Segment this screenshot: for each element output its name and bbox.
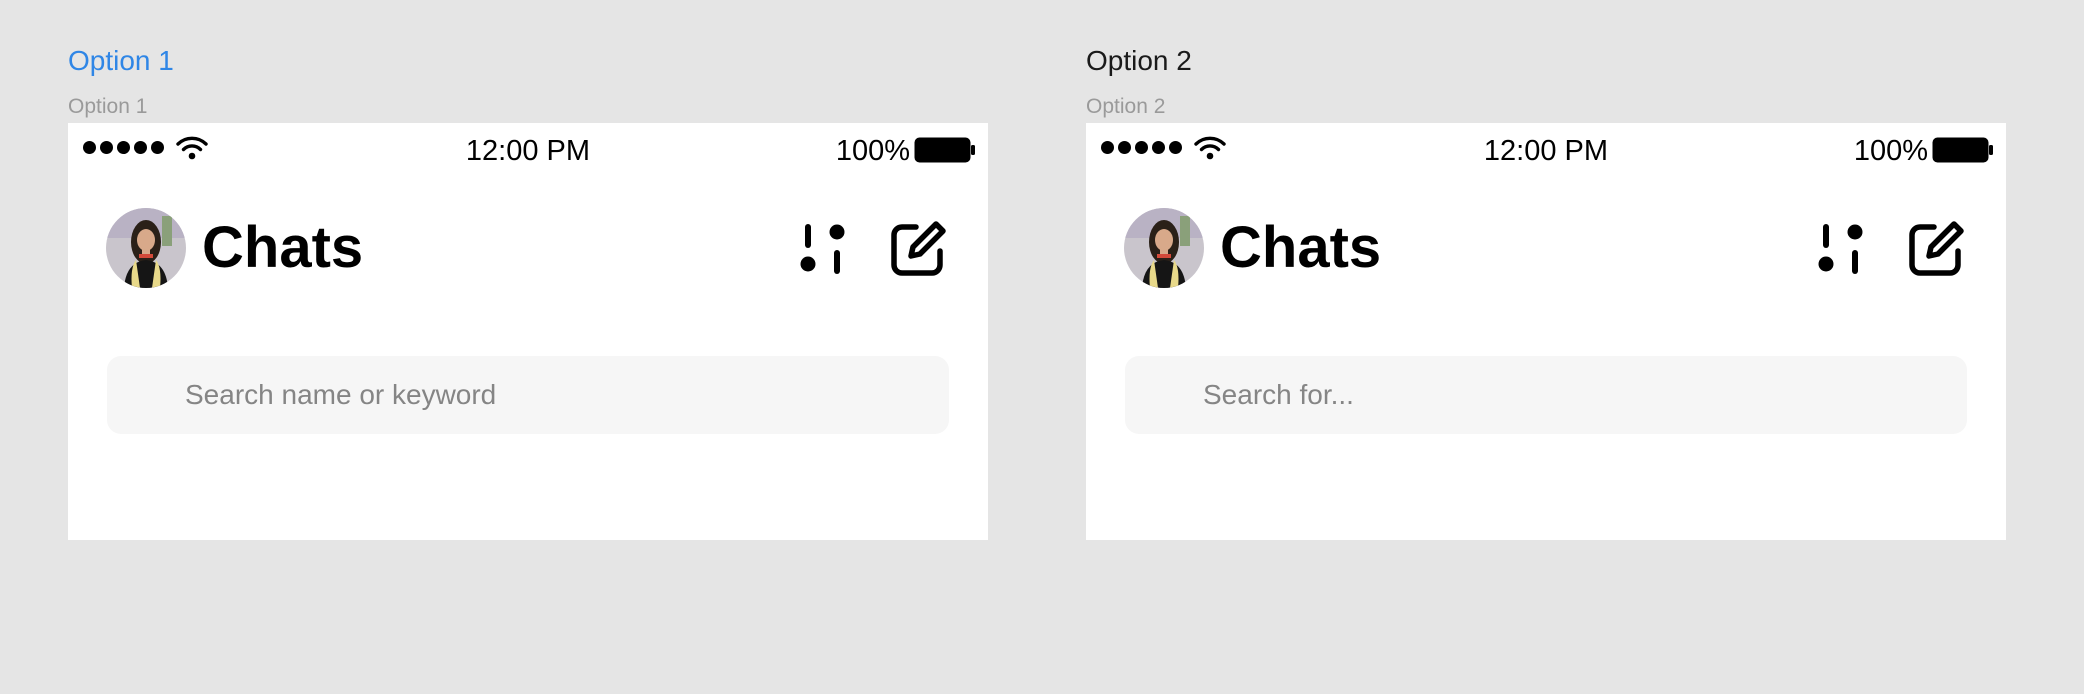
battery-icon (914, 137, 975, 163)
compose-button[interactable] (1908, 221, 1964, 277)
option-1-tab[interactable]: Option 1 (68, 43, 174, 79)
compose-icon (891, 221, 946, 276)
avatar[interactable] (1124, 208, 1204, 288)
battery-percentage: 100% (1853, 135, 1928, 167)
avatar[interactable] (106, 208, 186, 288)
option-1-frame-label: Option 1 (68, 95, 148, 118)
search-input[interactable] (107, 356, 949, 434)
compose-icon (1909, 221, 1964, 276)
filter-icon (1818, 224, 1863, 274)
page-title: Chats (1220, 215, 1382, 280)
option-2-phone-frame: 12:00 PM 100% Chats (1086, 123, 2006, 540)
filter-icon (800, 224, 845, 274)
filter-button[interactable] (800, 223, 850, 277)
battery-percentage: 100% (835, 135, 910, 167)
compose-button[interactable] (890, 221, 946, 277)
option-2-frame-label: Option 2 (1086, 95, 1166, 118)
battery-icon (1932, 137, 1993, 163)
search-input[interactable] (1125, 356, 1967, 434)
page-title: Chats (202, 215, 364, 280)
status-bar: 12:00 PM 100% (68, 123, 988, 175)
status-bar: 12:00 PM 100% (1086, 123, 2006, 175)
option-2-tab[interactable]: Option 2 (1086, 43, 1192, 79)
option-1-phone-frame: 12:00 PM 100% Chats (68, 123, 988, 540)
filter-button[interactable] (1818, 223, 1868, 277)
